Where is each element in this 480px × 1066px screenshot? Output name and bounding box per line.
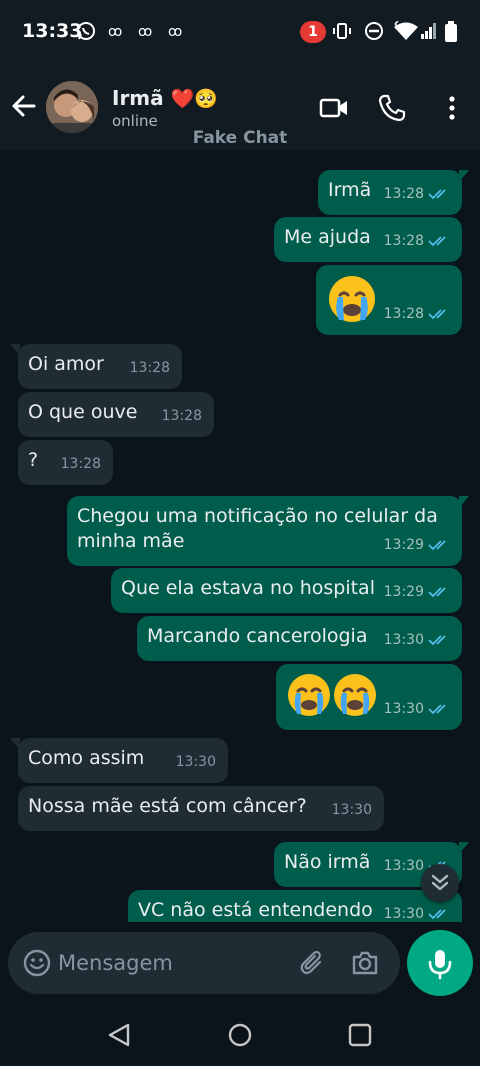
incoming-message[interactable]: O que ouve 13:28 [18,392,214,437]
more-vert-icon[interactable] [436,92,468,124]
incoming-message[interactable]: ? 13:28 [18,440,113,485]
outgoing-message[interactable]: 😭 13:28 [316,265,462,335]
read-ticks-icon [428,635,446,646]
alarm-icon: ꝏ [168,24,182,40]
system-nav-bar [0,1006,480,1066]
crying-face-icon [329,276,375,322]
message-time: 13:30 [331,802,372,818]
outgoing-message[interactable]: Chegou uma notificação no celular da min… [67,496,462,566]
message-list[interactable]: Irmã 13:28 Me ajuda 13:28 😭 13:28 Oi amo… [0,150,480,922]
incoming-message[interactable]: Nossa mãe está com câncer? 13:30 [18,786,384,831]
video-call-icon[interactable] [318,92,350,124]
outgoing-message[interactable]: VC não está entendendo 13:30 [128,890,462,922]
read-ticks-icon [428,189,446,200]
read-ticks-icon [428,704,446,715]
read-ticks-icon [428,540,446,551]
back-arrow-icon[interactable] [10,92,38,120]
message-time: 13:28 [383,233,424,249]
attach-icon[interactable] [298,948,328,978]
emoji-icon[interactable] [22,948,52,978]
notification-badge: 1 [300,21,326,43]
whatsapp-icon [77,22,95,40]
svg-text:ꝏ: ꝏ [168,24,182,40]
message-time: 13:29 [383,584,424,600]
wifi-icon [394,21,418,40]
message-time: 13:28 [383,306,424,322]
double-chevron-down-icon [431,874,449,891]
incoming-message[interactable]: Oi amor 13:28 [18,344,182,389]
alarm-icon: ꝏ [108,24,122,40]
mic-icon [428,950,452,980]
name-emojis: ❤️🥺 [170,88,218,110]
message-time: 13:28 [129,360,170,376]
read-ticks-icon [428,909,446,920]
outgoing-message[interactable]: Que ela estava no hospital 13:29 [111,568,462,613]
chat-header: Irmã ❤️🥺 online Fake Chat [0,64,480,150]
message-time: 13:28 [161,408,202,424]
message-time: 13:30 [175,754,216,770]
message-time: 13:29 [383,537,424,553]
phone-icon[interactable] [376,92,408,124]
avatar[interactable] [46,81,98,133]
status-bar: 13:33 ꝏ ꝏ ꝏ 1 [0,0,480,64]
vibrate-icon [333,23,351,39]
svg-text:ꝏ: ꝏ [108,24,122,40]
crying-face-icon [288,674,376,716]
read-ticks-icon [428,236,446,247]
message-time: 13:30 [383,701,424,717]
watermark-text: Fake Chat [192,128,288,148]
nav-home-icon[interactable] [225,1020,255,1050]
scroll-to-bottom-button[interactable] [421,864,459,902]
alarm-icon: ꝏ [138,24,152,40]
outgoing-message[interactable]: Marcando cancerologia 13:30 [137,616,462,661]
camera-icon[interactable] [350,948,380,978]
incoming-message[interactable]: Como assim 13:30 [18,738,228,783]
contact-name[interactable]: Irmã ❤️🥺 [112,86,218,110]
nav-recents-icon[interactable] [345,1020,375,1050]
message-input-container [8,932,400,994]
dnd-icon [365,22,383,40]
voice-message-button[interactable] [407,930,473,996]
message-input[interactable] [58,944,288,982]
read-ticks-icon [428,587,446,598]
message-time: 13:28 [60,456,101,472]
outgoing-message[interactable]: Irmã 13:28 [318,170,462,215]
status-time: 13:33 [22,20,83,42]
message-composer [0,922,480,1006]
outgoing-message[interactable]: Me ajuda 13:28 [274,217,462,262]
nav-back-icon[interactable] [104,1020,134,1050]
signal-icon [421,23,436,39]
read-ticks-icon [428,309,446,320]
message-time: 13:30 [383,858,424,874]
message-time: 13:30 [383,632,424,648]
message-time: 13:28 [383,186,424,202]
outgoing-message[interactable]: 😭😭 13:30 [276,664,462,730]
message-time: 13:30 [383,906,424,922]
svg-text:ꝏ: ꝏ [138,24,152,40]
battery-icon [445,21,457,42]
